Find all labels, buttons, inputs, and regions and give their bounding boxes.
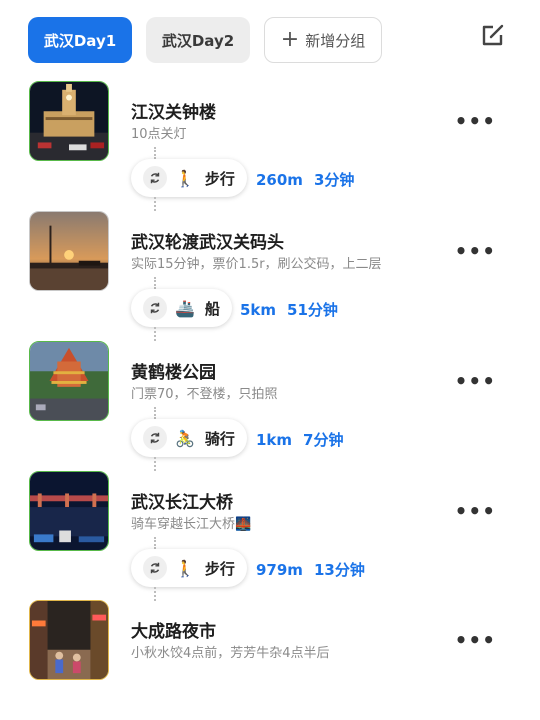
route-dots — [154, 587, 156, 601]
route-dots — [154, 197, 156, 211]
transport-mode-button[interactable]: 🚴 骑行 — [131, 419, 247, 457]
leg-duration: 7分钟 — [303, 431, 344, 449]
swap-icon — [143, 426, 167, 450]
stop-title: 黄鹤楼公园 — [131, 363, 216, 383]
leg-distance: 5km — [240, 301, 277, 319]
transport-mode-button[interactable]: 🚢 船 — [131, 289, 232, 327]
route-dots — [154, 457, 156, 471]
swap-icon — [143, 556, 167, 580]
leg-metrics: 1km 7分钟 — [256, 429, 343, 450]
transport-mode-button[interactable]: 🚶 步行 — [131, 159, 247, 197]
edit-icon[interactable] — [480, 22, 506, 48]
walking-person-icon: 🚶 — [175, 168, 195, 188]
route-leg: 🚶 步行 260m 3分钟 — [0, 147, 540, 211]
leg-metrics: 260m 3分钟 — [256, 169, 354, 190]
route-leg: 🚶 步行 979m 13分钟 — [0, 537, 540, 601]
more-options-icon[interactable]: ••• — [455, 630, 496, 650]
add-group-label: 新增分组 — [305, 31, 366, 50]
more-options-icon[interactable]: ••• — [455, 111, 496, 131]
swap-icon — [143, 296, 167, 320]
leg-distance: 260m — [256, 171, 303, 189]
swap-icon — [143, 166, 167, 190]
ship-icon: 🚢 — [175, 298, 195, 318]
tab-wuhan-day1[interactable]: 武汉Day1 — [28, 17, 132, 63]
plus-icon: + — [280, 27, 300, 52]
stop-photo — [29, 600, 109, 680]
tab-wuhan-day2[interactable]: 武汉Day2 — [146, 17, 250, 63]
transport-mode-label: 船 — [204, 299, 220, 318]
add-group-button[interactable]: + 新增分组 — [264, 17, 382, 63]
stop-note: 小秋水饺4点前，芳芳牛杂4点半后 — [131, 646, 330, 661]
leg-distance: 979m — [256, 561, 303, 579]
route-leg: 🚢 船 5km 51分钟 — [0, 277, 540, 341]
stop-note: 门票70，不登楼，只拍照 — [131, 387, 278, 402]
route-leg: 🚴 骑行 1km 7分钟 — [0, 407, 540, 471]
route-dots — [154, 537, 156, 549]
stop-title: 江汉关钟楼 — [131, 103, 216, 123]
more-options-icon[interactable]: ••• — [455, 241, 496, 261]
stop-note: 10点关灯 — [131, 127, 187, 142]
transport-mode-button[interactable]: 🚶 步行 — [131, 549, 247, 587]
leg-duration: 13分钟 — [313, 561, 365, 579]
leg-distance: 1km — [256, 431, 293, 449]
leg-metrics: 979m 13分钟 — [256, 559, 365, 580]
stop-note: 骑车穿越长江大桥🌉 — [131, 517, 252, 532]
day-tabs: 武汉Day1 武汉Day2 + 新增分组 — [28, 17, 382, 63]
stop-title: 武汉轮渡武汉关码头 — [131, 233, 284, 253]
leg-duration: 51分钟 — [287, 301, 338, 319]
route-dots — [154, 327, 156, 341]
leg-metrics: 5km 51分钟 — [240, 299, 338, 320]
stop-title: 武汉长江大桥 — [131, 493, 233, 513]
stop-note: 实际15分钟，票价1.5r，刷公交码，上二层 — [131, 257, 382, 272]
stop-title: 大成路夜市 — [131, 622, 216, 642]
stop-item[interactable]: 大成路夜市 小秋水饺4点前，芳芳牛杂4点半后 ••• — [0, 600, 540, 680]
transport-mode-label: 步行 — [204, 559, 235, 578]
walking-person-icon: 🚶 — [175, 558, 195, 578]
transport-mode-label: 步行 — [204, 169, 235, 188]
route-dots — [154, 277, 156, 289]
more-options-icon[interactable]: ••• — [455, 371, 496, 391]
transport-mode-label: 骑行 — [204, 429, 235, 448]
route-dots — [154, 147, 156, 159]
more-options-icon[interactable]: ••• — [455, 501, 496, 521]
leg-duration: 3分钟 — [313, 171, 355, 189]
cyclist-icon: 🚴 — [175, 428, 195, 448]
route-dots — [154, 407, 156, 419]
